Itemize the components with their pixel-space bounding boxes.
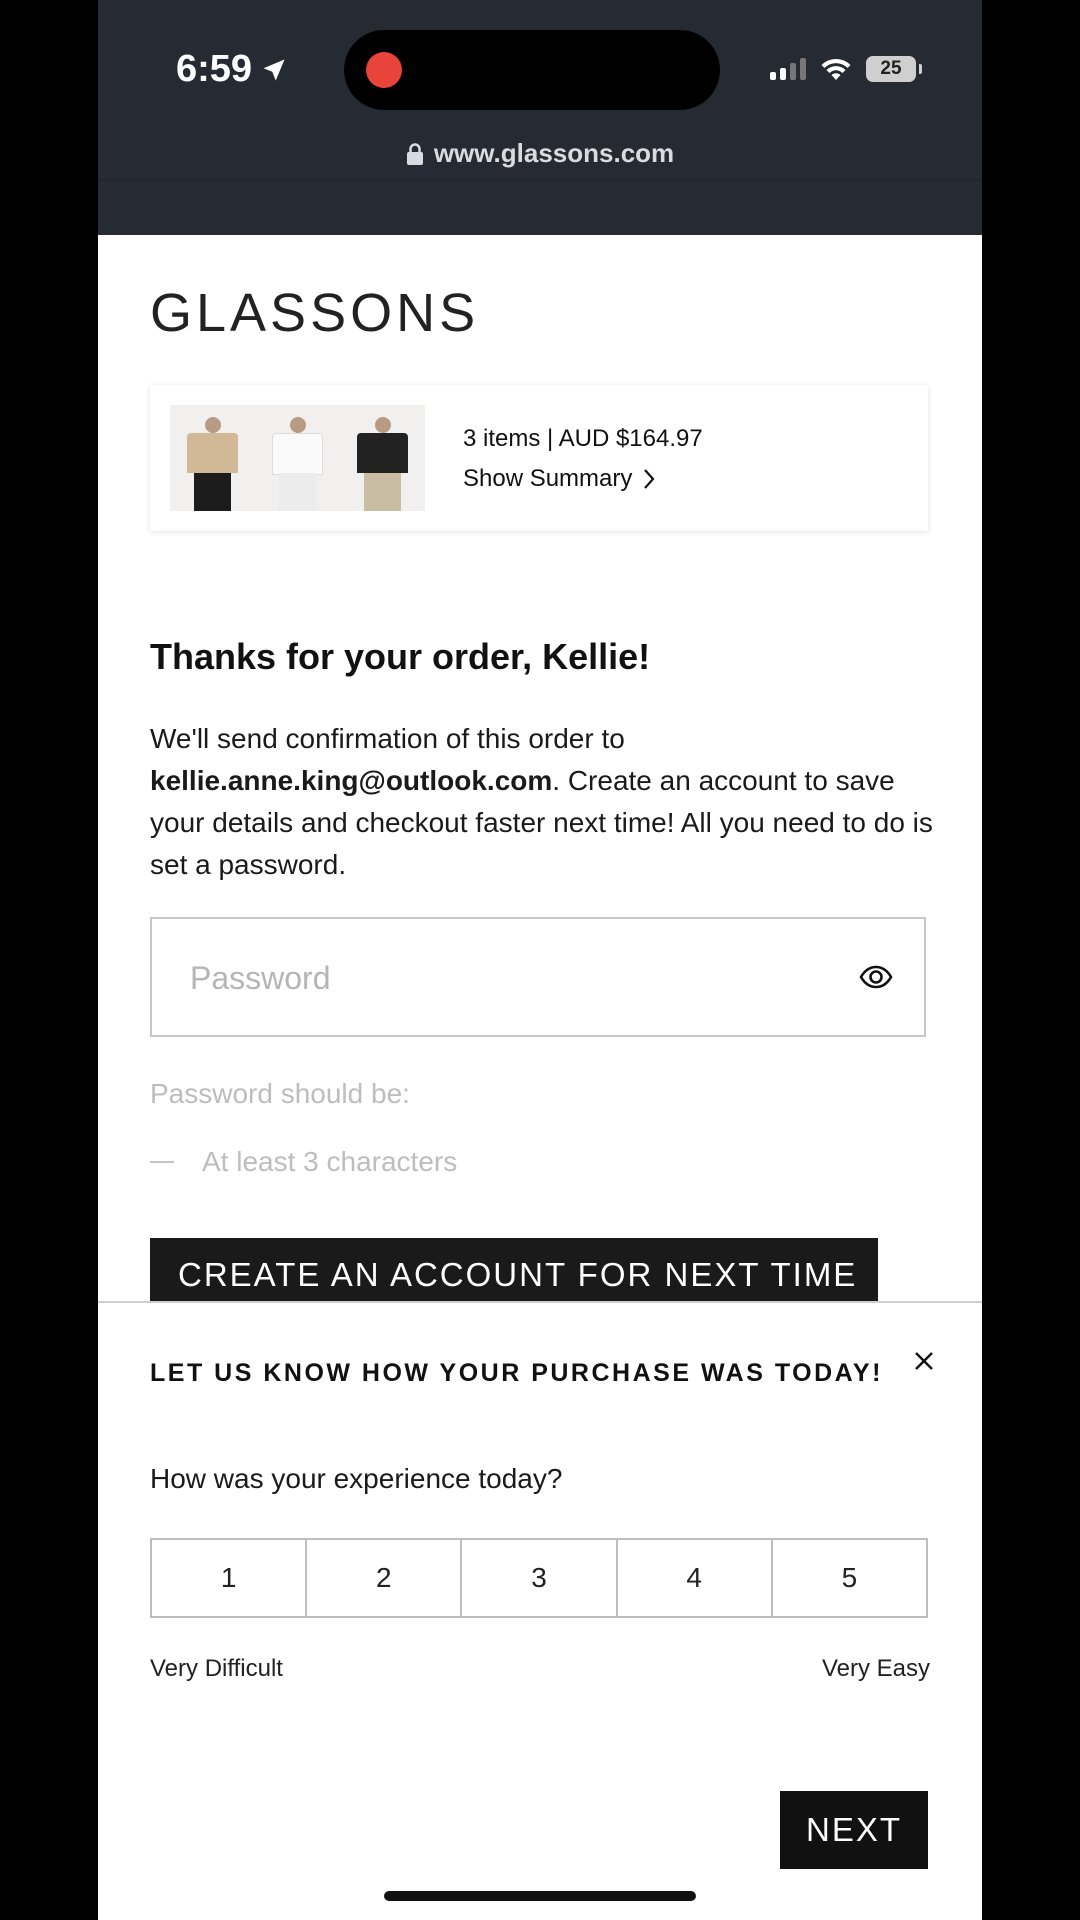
close-icon[interactable]	[904, 1341, 944, 1381]
divider	[98, 180, 982, 181]
product-thumbnail	[255, 405, 340, 511]
rating-option-1[interactable]: 1	[152, 1540, 305, 1616]
dash-icon	[150, 1161, 174, 1163]
feedback-title: LET US KNOW HOW YOUR PURCHASE WAS TODAY!	[150, 1359, 883, 1387]
battery-icon: 25	[866, 56, 922, 82]
browser-top-bar: 6:59 25 www.glassons.com	[98, 0, 982, 235]
location-arrow-icon	[263, 59, 285, 80]
recording-indicator-icon	[366, 52, 402, 88]
rating-option-3[interactable]: 3	[460, 1540, 615, 1616]
create-account-button[interactable]: CREATE AN ACCOUNT FOR NEXT TIME	[150, 1238, 878, 1302]
wifi-icon	[821, 58, 851, 80]
order-thumbnails	[170, 405, 425, 511]
brand-logo[interactable]: GLASSONS	[150, 282, 479, 344]
eye-icon[interactable]	[858, 959, 894, 995]
home-indicator[interactable]	[384, 1891, 696, 1901]
rating-option-2[interactable]: 2	[305, 1540, 460, 1616]
password-rule-text: At least 3 characters	[202, 1146, 458, 1177]
message-intro: We'll send confirmation of this order to	[150, 723, 625, 754]
signal-icon	[770, 58, 806, 80]
order-summary-card[interactable]: 3 items | AUD $164.97 Show Summary	[150, 385, 928, 531]
product-thumbnail	[340, 405, 425, 511]
chevron-right-icon	[644, 469, 655, 489]
confirmation-message: We'll send confirmation of this order to…	[150, 718, 940, 886]
scale-low-label: Very Difficult	[150, 1655, 283, 1682]
password-rules-title: Password should be:	[150, 1078, 410, 1109]
password-field[interactable]	[150, 917, 926, 1037]
product-thumbnail	[170, 405, 255, 511]
status-icons: 25	[770, 56, 922, 82]
show-summary-label: Show Summary	[463, 465, 633, 492]
url-text: www.glassons.com	[433, 138, 675, 168]
time-label: 6:59	[176, 48, 253, 90]
order-summary-text: 3 items | AUD $164.97 Show Summary	[463, 419, 703, 499]
status-time: 6:59	[176, 48, 288, 91]
lock-icon	[406, 142, 423, 165]
password-input[interactable]	[188, 949, 792, 1007]
phone-screen: 6:59 25 www.glassons.com GLASSONS 3 item…	[98, 0, 982, 1920]
rating-option-5[interactable]: 5	[770, 1540, 926, 1616]
rating-option-4[interactable]: 4	[615, 1540, 771, 1616]
password-rule: At least 3 characters	[150, 1146, 457, 1178]
items-and-total: 3 items | AUD $164.97	[463, 425, 703, 452]
feedback-sheet: LET US KNOW HOW YOUR PURCHASE WAS TODAY!…	[98, 1301, 982, 1920]
next-button[interactable]: NEXT	[780, 1791, 928, 1869]
url-bar[interactable]: www.glassons.com	[98, 138, 982, 169]
dynamic-island	[344, 30, 720, 110]
customer-email: kellie.anne.king@outlook.com	[150, 765, 553, 796]
page-title: Thanks for your order, Kellie!	[150, 636, 651, 677]
battery-level: 25	[880, 58, 902, 79]
rating-scale: 1 2 3 4 5	[150, 1538, 928, 1618]
show-summary-link[interactable]: Show Summary	[463, 459, 703, 499]
scale-high-label: Very Easy	[821, 1655, 930, 1682]
feedback-question: How was your experience today?	[150, 1463, 563, 1494]
